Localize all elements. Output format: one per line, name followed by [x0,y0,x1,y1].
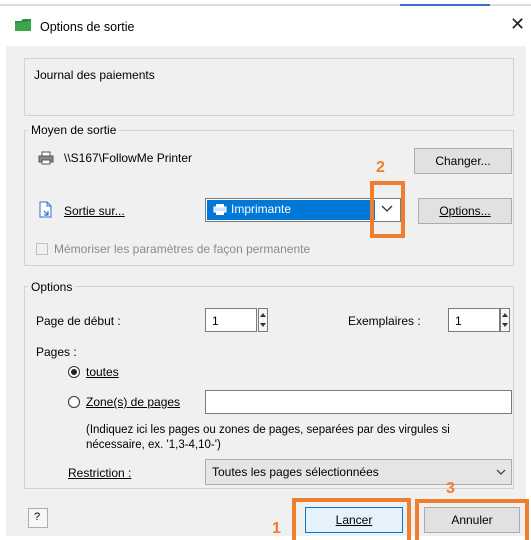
window-title: Options de sortie [40,20,135,34]
output-to-label: Sortie sur... [64,204,125,218]
printer-icon [38,151,54,165]
output-to-value: Imprimante [231,202,292,216]
annotation-number-3: 3 [446,480,455,497]
close-icon[interactable]: ✕ [510,14,525,34]
options-button[interactable]: Options... [418,198,512,224]
journal-box [24,58,514,116]
restriction-select[interactable]: Toutes les pages sélectionnées [205,459,512,485]
copies-label: Exemplaires : [348,314,421,328]
remember-label: Mémoriser les paramètres de façon perman… [54,242,311,256]
radio-all-label: toutes [86,365,119,379]
annotation-number-1: 1 [272,520,281,537]
copies-input[interactable]: 1 [448,308,500,332]
journal-label: Journal des paiements [34,68,155,82]
start-page-spinner[interactable] [258,308,268,332]
radio-all-dot [71,369,77,375]
annotation-box-2 [370,181,405,238]
annotation-number-2: 2 [376,159,385,176]
radio-range[interactable] [68,396,80,408]
help-icon: ? [34,511,41,523]
document-arrow-icon [39,201,52,218]
printer-name: \\S167\FollowMe Printer [64,151,193,165]
printer-icon [213,204,227,215]
annotation-box-3 [415,499,529,540]
page-range-input[interactable] [205,390,512,414]
output-group-label: Moyen de sortie [28,123,120,137]
restriction-label: Restriction : [68,466,132,480]
range-hint: (Indiquez ici les pages ou zones de page… [86,424,450,451]
copies-spinner[interactable] [500,308,510,332]
start-page-input[interactable]: 1 [205,308,257,332]
restriction-value: Toutes les pages sélectionnées [212,465,379,479]
change-button[interactable]: Changer... [414,148,512,174]
annotation-box-1 [292,498,411,540]
remember-checkbox[interactable] [36,243,48,255]
copies-value: 1 [455,314,462,328]
spinner-arrows-icon [260,313,266,327]
help-button[interactable]: ? [28,508,48,528]
green-folder-icon [15,19,31,31]
start-page-value: 1 [212,314,219,328]
radio-range-label: Zone(s) de pages [86,395,181,409]
options-group-label: Options [28,280,76,294]
pages-label: Pages : [36,345,77,359]
radio-all[interactable] [68,366,80,378]
spinner-arrows-icon [502,313,508,327]
start-page-label: Page de début : [36,314,121,328]
chevron-down-icon [496,469,506,475]
